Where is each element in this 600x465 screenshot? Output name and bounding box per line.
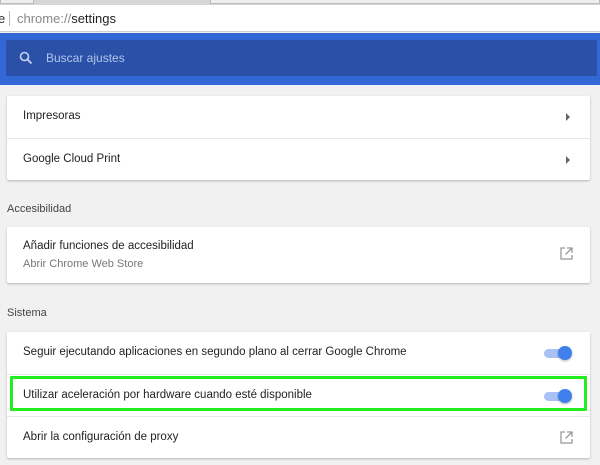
url-path: settings [71,11,116,26]
row-label: Impresoras [23,110,81,122]
accessibility-card: Añadir funciones de accesibilidad Abrir … [7,227,590,283]
row-sublabel: Abrir Chrome Web Store [23,258,144,270]
address-bar[interactable]: e chrome://settings [0,5,600,32]
cloud-print-row[interactable]: Google Cloud Print [7,138,590,180]
row-label: Seguir ejecutando aplicaciones en segund… [23,346,407,358]
accessibility-row[interactable]: Añadir funciones de accesibilidad Abrir … [7,227,590,283]
tab[interactable] [0,0,34,4]
background-apps-toggle[interactable] [544,346,572,360]
printing-card: Impresoras Google Cloud Print [7,96,590,180]
external-link-icon [560,431,573,444]
search-placeholder: Buscar ajustes [46,51,125,65]
section-heading-system: Sistema [7,307,47,319]
row-label: Google Cloud Print [23,153,121,165]
divider [9,11,10,26]
tab[interactable] [210,0,600,4]
search-input[interactable]: Buscar ajustes [6,40,597,76]
highlight-box [10,376,587,411]
search-icon [19,51,33,65]
url-scheme: chrome:// [17,11,72,26]
external-link-icon [560,247,573,260]
background-apps-row[interactable]: Seguir ejecutando aplicaciones en segund… [7,332,590,374]
printers-row[interactable]: Impresoras [7,96,590,138]
arrow-right-icon [566,113,570,121]
settings-header: Buscar ajustes [0,33,600,85]
section-heading-accessibility: Accesibilidad [7,203,72,215]
row-label: Añadir funciones de accesibilidad [23,240,194,252]
arrow-right-icon [566,156,570,164]
address-prefix: e [0,11,6,26]
url-text[interactable]: chrome://settings [17,5,116,32]
proxy-settings-row[interactable]: Abrir la configuración de proxy [7,416,590,458]
toggle-knob [558,346,572,360]
row-label: Abrir la configuración de proxy [23,431,179,443]
